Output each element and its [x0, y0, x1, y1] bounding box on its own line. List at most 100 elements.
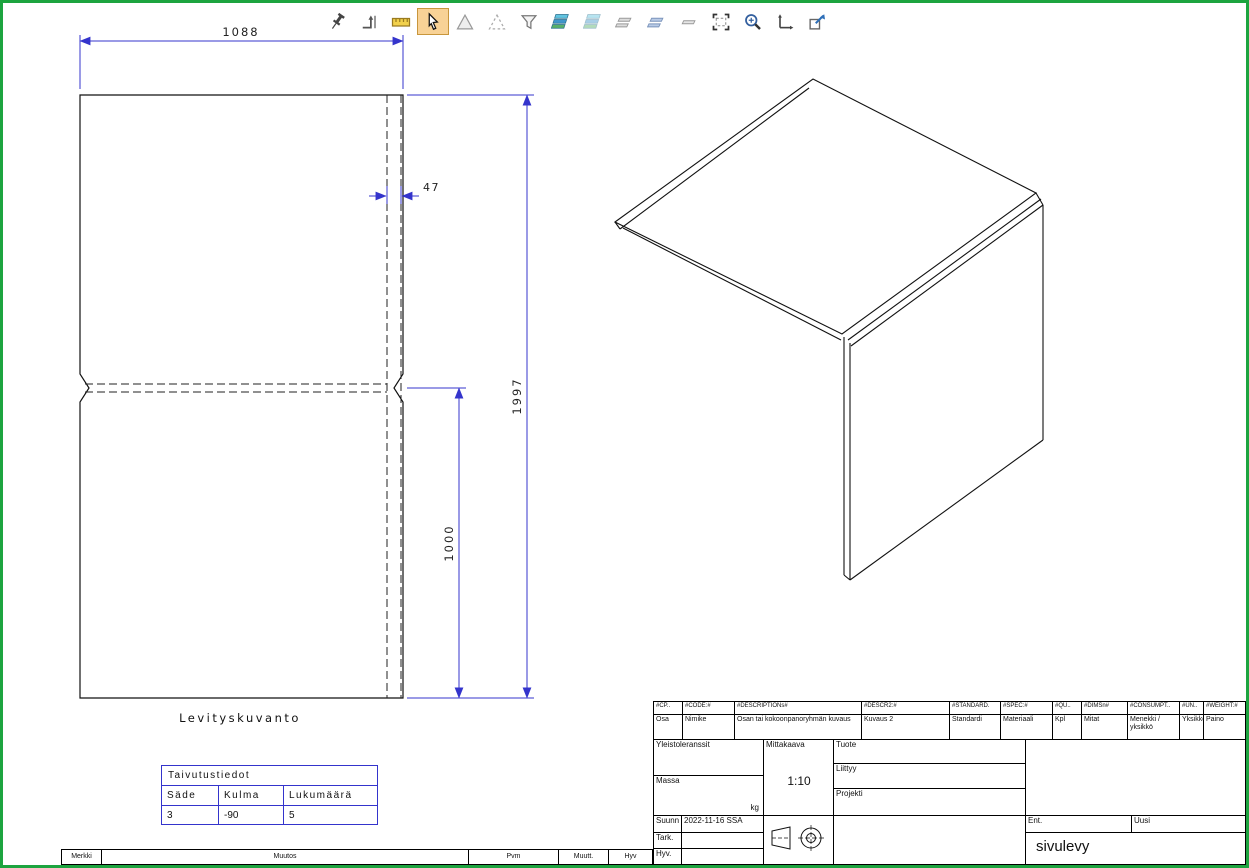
zoom-tool-button[interactable]	[737, 8, 769, 35]
cursor-icon	[423, 12, 443, 32]
tb-label-nimike: Nimike	[683, 715, 735, 740]
tb-massa-label: Massa	[656, 776, 680, 785]
tb-tuote: Tuote	[834, 740, 1026, 764]
tb-code-desc2: #DESCR2:#	[862, 702, 950, 715]
tb-label-kpl: Kpl	[1053, 715, 1082, 740]
tb-code-weight: #WEIGHT:#	[1204, 702, 1247, 715]
tb-projection-symbol-cell	[764, 816, 834, 866]
tb-liittyy: Liittyy	[834, 764, 1026, 789]
revision-row[interactable]: Merkki Muutos Pvm Muutt. Hyv	[61, 849, 653, 865]
cad-application-window: 1088 47 1997 1000 Levityskuvanto	[0, 0, 1249, 868]
tb-projekti: Projekti	[834, 789, 1026, 816]
rev-merkki: Merkki	[62, 850, 102, 864]
flat-pattern-label[interactable]: Levityskuvanto	[179, 711, 301, 725]
tb-scale-value: 1:10	[764, 774, 834, 788]
rotate-view-icon	[359, 12, 379, 32]
magnifier-icon	[743, 12, 763, 32]
bend-val-angle: -90	[219, 805, 284, 824]
wire-triangle-tool-button[interactable]	[481, 8, 513, 35]
tb-label-menekki: Menekki / yksikkö	[1128, 715, 1180, 740]
tb-mid-empty	[834, 816, 1026, 866]
measure-tool-button[interactable]	[385, 8, 417, 35]
tb-label-kuvaus2: Kuvaus 2	[862, 715, 950, 740]
bend-lines[interactable]	[85, 95, 401, 698]
tb-tark-label: Tark.	[654, 833, 682, 849]
tb-label-paino: Paino	[1204, 715, 1247, 740]
pin-icon	[327, 12, 347, 32]
rev-hyv: Hyv	[609, 850, 652, 864]
tb-suunn-value: 2022-11-16 SSA	[682, 816, 764, 833]
tb-part-name: sivulevy	[1026, 833, 1247, 866]
open-in-window-tool-button[interactable]	[801, 8, 833, 35]
flat-pattern-outline[interactable]	[80, 95, 403, 698]
layers-stack-tool-button[interactable]	[545, 8, 577, 35]
pin-tool-button[interactable]	[321, 8, 353, 35]
first-angle-projection-icon	[766, 817, 832, 863]
tb-massa-unit: kg	[751, 804, 759, 813]
open-window-icon	[807, 12, 827, 32]
tb-code-code: #CODE:#	[683, 702, 735, 715]
tb-hyv-label: Hyv.	[654, 849, 682, 866]
dimension-total-height-text[interactable]: 1997	[510, 377, 524, 414]
dimension-bendzone-text[interactable]: 47	[423, 181, 440, 194]
tb-yleistoleranssit: Yleistoleranssit	[654, 740, 764, 776]
tb-suunn-label: Suunn	[654, 816, 682, 833]
tb-code-desc: #DESCRIPTIONs#	[735, 702, 862, 715]
move-arrows-icon	[775, 12, 795, 32]
ruler-icon	[391, 12, 411, 32]
tb-label-standardi: Standardi	[950, 715, 1001, 740]
tb-right-empty	[1026, 740, 1247, 816]
tb-code-qu: #QU..	[1053, 702, 1082, 715]
thin-sheet-icon	[679, 12, 699, 32]
title-block[interactable]: #CP.. #CODE:# #DESCRIPTIONs# #DESCR2:# #…	[653, 701, 1246, 865]
bend-val-count: 5	[284, 805, 377, 824]
layers-stack-light-tool-button[interactable]	[577, 8, 609, 35]
tb-label-kuvaus: Osan tai kokoonpanoryhmän kuvaus	[735, 715, 862, 740]
layers-stack-icon	[551, 12, 571, 32]
sheets-gray-tool-button[interactable]	[609, 8, 641, 35]
tb-label-mitat: Mitat	[1082, 715, 1128, 740]
filter-icon	[519, 12, 539, 32]
bend-val-radius: 3	[162, 805, 219, 824]
tb-code-spec: #SPEC:#	[1001, 702, 1053, 715]
filter-tool-button[interactable]	[513, 8, 545, 35]
bend-col-angle: Kulma	[219, 786, 284, 805]
tb-code-dims: #DIMSn#	[1082, 702, 1128, 715]
layers-stack-light-icon	[583, 12, 603, 32]
tb-label-materiaali: Materiaali	[1001, 715, 1053, 740]
triangle-icon	[455, 12, 475, 32]
select-tool-button[interactable]	[417, 8, 449, 35]
zoom-window-tool-button[interactable]	[705, 8, 737, 35]
rev-muutos: Muutos	[102, 850, 469, 864]
rotate-view-tool-button[interactable]	[353, 8, 385, 35]
triangle-dashed-icon	[487, 12, 507, 32]
bend-col-radius: Säde	[162, 786, 219, 805]
tb-tark-value	[682, 833, 764, 849]
tb-label-yksikko: Yksikkö	[1180, 715, 1204, 740]
shaded-triangle-tool-button[interactable]	[449, 8, 481, 35]
thin-sheet-tool-button[interactable]	[673, 8, 705, 35]
rev-muutt: Muutt.	[559, 850, 609, 864]
tb-code-un: #UN..	[1180, 702, 1204, 715]
bend-col-count: Lukumäärä	[284, 786, 377, 805]
dimension-lines[interactable]	[80, 35, 534, 698]
dimension-width-text[interactable]: 1088	[222, 25, 259, 39]
tb-code-cp: #CP..	[654, 702, 683, 715]
rev-pvm: Pvm	[469, 850, 559, 864]
sheets-blue-tool-button[interactable]	[641, 8, 673, 35]
zoom-window-icon	[711, 12, 731, 32]
tb-code-standard: #STANDARD.	[950, 702, 1001, 715]
tb-uusi-label: Uusi	[1132, 816, 1247, 833]
bend-table-title: Taivutustiedot	[162, 766, 377, 786]
sheets-gray-icon	[615, 12, 635, 32]
tb-massa: Massa kg	[654, 776, 764, 816]
tb-mittakaava-label: Mittakaava	[766, 740, 805, 749]
tb-code-consumpt: #CONSUMPT..	[1128, 702, 1180, 715]
bend-table-row: 3 -90 5	[162, 805, 377, 824]
isometric-view[interactable]	[615, 79, 1043, 580]
tb-label-osa: Osa	[654, 715, 683, 740]
move-view-tool-button[interactable]	[769, 8, 801, 35]
tb-ent-label: Ent.	[1026, 816, 1132, 833]
dimension-lower-height-text[interactable]: 1000	[442, 524, 456, 561]
bend-data-table[interactable]: Taivutustiedot Säde Kulma Lukumäärä 3 -9…	[161, 765, 378, 825]
